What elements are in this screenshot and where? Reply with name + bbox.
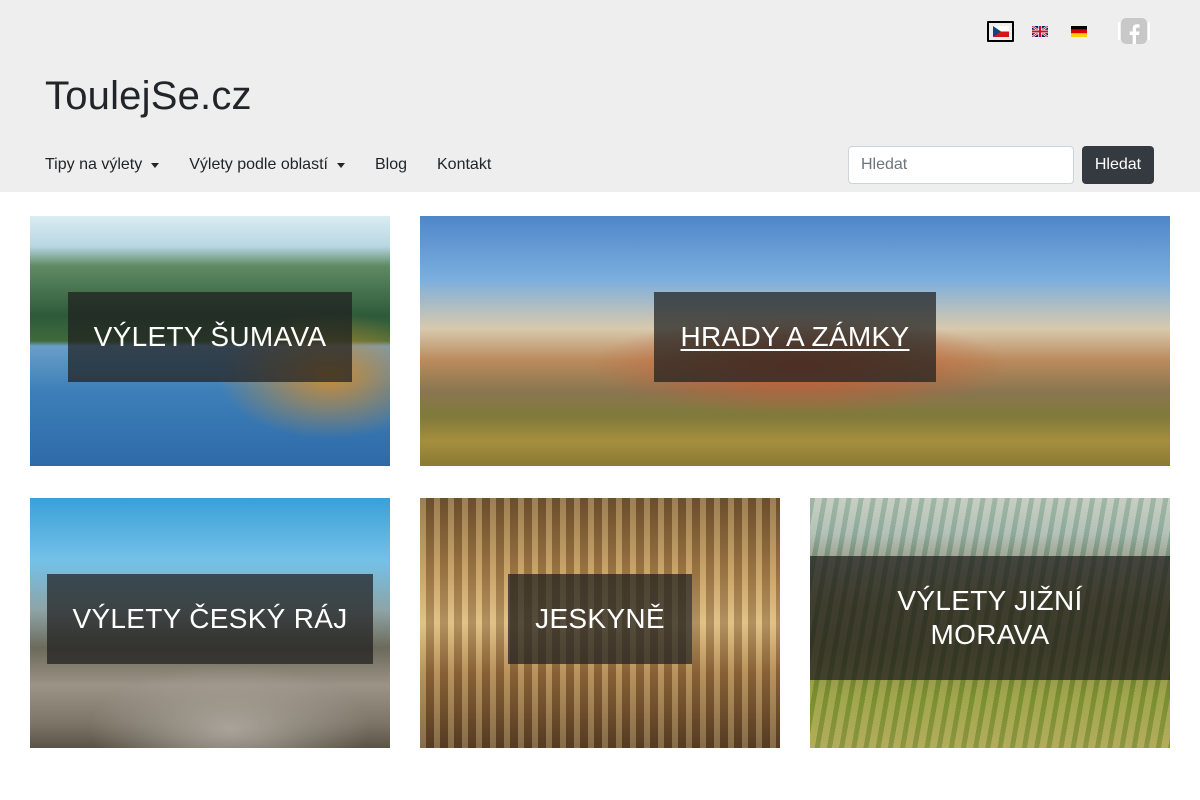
lang-cz-link[interactable] <box>987 20 1014 42</box>
tile-title: HRADY A ZÁMKY <box>680 321 910 352</box>
tile-vylety-sumava[interactable]: VÝLETY ŠUMAVA <box>30 216 390 466</box>
gb-flag-icon <box>1031 25 1048 37</box>
search-button[interactable]: Hledat <box>1082 146 1154 184</box>
tile-title: VÝLETY ŠUMAVA <box>93 321 327 352</box>
caret-down-icon <box>336 162 345 168</box>
language-switcher <box>975 18 1150 44</box>
site-logo[interactable]: ToulejSe.cz <box>45 74 252 119</box>
tile-hrady-a-zamky[interactable]: HRADY A ZÁMKY <box>420 216 1170 466</box>
tile-caption: HRADY A ZÁMKY <box>654 292 936 382</box>
nav-item-label: Kontakt <box>437 156 492 173</box>
facebook-link[interactable] <box>1118 18 1150 44</box>
lang-de-link[interactable] <box>1065 21 1092 42</box>
tile-caption: VÝLETY ČESKÝ RÁJ <box>47 574 373 664</box>
nav-item-blog[interactable]: Blog <box>375 156 407 174</box>
tile-caption: VÝLETY JIŽNÍ MORAVA <box>810 556 1170 680</box>
nav-item-tipy-na-vylety[interactable]: Tipy na výlety <box>45 156 160 174</box>
nav-item-kontakt[interactable]: Kontakt <box>437 156 491 174</box>
lang-en-link[interactable] <box>1026 21 1053 42</box>
main-nav: Tipy na výlety Výlety podle oblastí Blog… <box>45 146 521 184</box>
tile-vylety-jizni-morava[interactable]: VÝLETY JIŽNÍ MORAVA <box>810 498 1170 748</box>
cz-flag-icon <box>992 25 1009 37</box>
tile-caption: VÝLETY ŠUMAVA <box>68 292 352 382</box>
tile-caption: JESKYNĚ <box>508 574 692 664</box>
nav-item-label: Blog <box>374 156 407 173</box>
tile-title: JESKYNĚ <box>535 603 665 634</box>
caret-down-icon <box>151 162 160 168</box>
nav-item-vylety-podle-oblasti[interactable]: Výlety podle oblastí <box>189 156 345 174</box>
nav-item-label: Tipy na výlety <box>45 156 143 173</box>
search-input[interactable] <box>848 146 1074 184</box>
nav-item-label: Výlety podle oblastí <box>189 156 328 173</box>
tile-title: VÝLETY ČESKÝ RÁJ <box>72 603 348 634</box>
facebook-icon <box>1121 18 1147 44</box>
search-form: Hledat <box>848 146 1154 184</box>
site-header: ToulejSe.cz Tipy na výlety Výlety podle … <box>0 0 1200 192</box>
tile-title: VÝLETY JIŽNÍ MORAVA <box>897 585 1083 650</box>
de-flag-icon <box>1070 25 1087 37</box>
tile-jeskyne[interactable]: JESKYNĚ <box>420 498 780 748</box>
tile-vylety-cesky-raj[interactable]: VÝLETY ČESKÝ RÁJ <box>30 498 390 748</box>
